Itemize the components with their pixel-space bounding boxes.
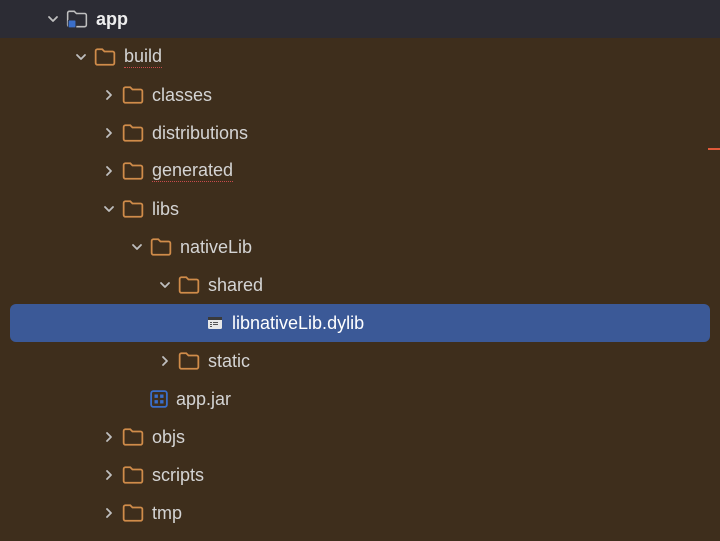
tree-item-objs[interactable]: objs <box>0 418 720 456</box>
tree-item-distributions[interactable]: distributions <box>0 114 720 152</box>
chevron-right-icon <box>158 354 172 368</box>
folder-icon <box>122 86 144 104</box>
tree-item-libnativelib-dylib[interactable]: libnativeLib.dylib <box>10 304 710 342</box>
tree-item-label: app.jar <box>176 389 231 410</box>
chevron-right-icon <box>102 468 116 482</box>
folder-icon <box>122 428 144 446</box>
tree-item-label: app <box>96 9 128 30</box>
chevron-right-icon <box>102 430 116 444</box>
tree-item-nativelib[interactable]: nativeLib <box>0 228 720 266</box>
chevron-down-icon <box>130 240 144 254</box>
folder-icon <box>122 200 144 218</box>
chevron-down-icon <box>102 202 116 216</box>
folder-icon <box>94 48 116 66</box>
tree-item-label: distributions <box>152 123 248 144</box>
tree-item-label: libs <box>152 199 179 220</box>
tree-item-app[interactable]: app <box>0 0 720 38</box>
folder-icon <box>150 238 172 256</box>
chevron-placeholder <box>186 316 200 330</box>
tree-item-label: nativeLib <box>180 237 252 258</box>
folder-icon <box>122 466 144 484</box>
tree-item-label: classes <box>152 85 212 106</box>
chevron-down-icon <box>158 278 172 292</box>
tree-item-generated[interactable]: generated <box>0 152 720 190</box>
tree-item-build[interactable]: build <box>0 38 720 76</box>
tree-item-label: shared <box>208 275 263 296</box>
tree-item-label: tmp <box>152 503 182 524</box>
folder-icon <box>122 162 144 180</box>
folder-icon <box>122 504 144 522</box>
chevron-down-icon <box>46 12 60 26</box>
tree-item-tmp[interactable]: tmp <box>0 494 720 532</box>
tree-item-libs[interactable]: libs <box>0 190 720 228</box>
tree-item-label: objs <box>152 427 185 448</box>
tree-item-label: static <box>208 351 250 372</box>
module-icon <box>66 10 88 28</box>
tree-item-label: generated <box>152 160 233 182</box>
tree-item-label: build <box>124 46 162 68</box>
folder-icon <box>178 276 200 294</box>
jar-file-icon <box>150 390 168 408</box>
tree-item-label: libnativeLib.dylib <box>232 313 364 334</box>
tree-item-static[interactable]: static <box>0 342 720 380</box>
tree-item-scripts[interactable]: scripts <box>0 456 720 494</box>
tree-item-app-jar[interactable]: app.jar <box>0 380 720 418</box>
chevron-right-icon <box>102 506 116 520</box>
folder-icon <box>122 124 144 142</box>
chevron-placeholder <box>130 392 144 406</box>
chevron-right-icon <box>102 126 116 140</box>
chevron-right-icon <box>102 164 116 178</box>
error-stripe-marker[interactable] <box>708 148 720 150</box>
tree-item-classes[interactable]: classes <box>0 76 720 114</box>
tree-item-shared[interactable]: shared <box>0 266 720 304</box>
binary-file-icon <box>206 315 224 331</box>
chevron-down-icon <box>74 50 88 64</box>
chevron-right-icon <box>102 88 116 102</box>
tree-item-label: scripts <box>152 465 204 486</box>
folder-icon <box>178 352 200 370</box>
